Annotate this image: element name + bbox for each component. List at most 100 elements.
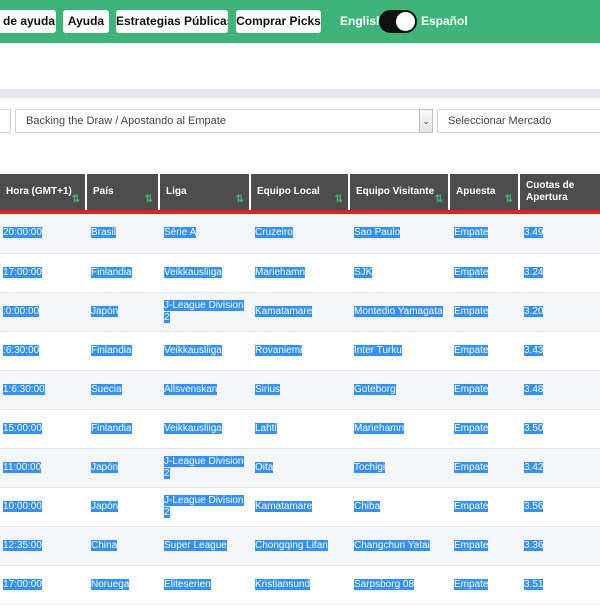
table-row[interactable]: 10:00:00 Japón J-League Division 2 Kamatama… bbox=[0, 487, 600, 527]
sort-icon[interactable]: ⇅ bbox=[236, 194, 244, 206]
table-row[interactable]: 17:00:00 Noruega Eliteserien Kristiansund Sa… bbox=[0, 565, 600, 605]
country-cell: Japón bbox=[86, 448, 159, 488]
odds-cell: 3.24 bbox=[519, 253, 600, 293]
table-header-row: Hora (GMT+1) ⇅ País ⇅ Liga ⇅ Equipo Local ⇅ … bbox=[0, 174, 600, 210]
column-label: País bbox=[93, 186, 114, 197]
time-cell: 1:6:30:00 bbox=[0, 370, 86, 410]
cell-text: Japón bbox=[91, 461, 119, 473]
column-label: Equipo Local bbox=[257, 186, 320, 197]
cell-text: Brasil bbox=[91, 227, 117, 239]
toggle-knob bbox=[396, 12, 415, 31]
cell-text: Empate bbox=[454, 383, 489, 395]
cell-text: 17:00:00 bbox=[3, 578, 42, 590]
cell-text: Empate bbox=[454, 500, 489, 512]
home-team-cell: Cruzeiro bbox=[250, 214, 349, 254]
cell-text: Empate bbox=[454, 539, 489, 551]
cell-text: Suecia bbox=[91, 383, 122, 395]
away-team-cell: Inter Turku bbox=[349, 331, 449, 371]
cell-text: Montedio Yamagata bbox=[354, 305, 443, 317]
cell-text: :6:30:00 bbox=[3, 344, 40, 356]
sort-icon[interactable]: ⇅ bbox=[335, 194, 343, 206]
cell-text: Veikkausliiga bbox=[164, 344, 222, 356]
top-nav-bar: a de ayuda Ayuda Estrategias Públicas Co… bbox=[0, 0, 600, 43]
help-guide-button[interactable]: a de ayuda bbox=[0, 10, 56, 33]
cell-text: Empate bbox=[454, 344, 489, 356]
table-row[interactable]: 1:6:30:00 Suecia Allsvenskan Sirius Goteborg… bbox=[0, 370, 600, 410]
strategy-select[interactable]: Backing the Draw / Apostando al Empate bbox=[15, 109, 420, 133]
odds-cell: 3.49 bbox=[519, 214, 600, 254]
cell-text: Japón bbox=[91, 500, 119, 512]
sort-icon[interactable]: ⇅ bbox=[435, 194, 443, 206]
cell-text: 17:00:00 bbox=[3, 266, 42, 278]
table-row[interactable]: 12:35:00 China Super League Chongqing Lifan… bbox=[0, 526, 600, 566]
sort-icon[interactable]: ⇅ bbox=[505, 194, 513, 206]
time-cell: 12:35:00 bbox=[0, 526, 86, 566]
bet-cell: Empate bbox=[449, 331, 519, 371]
cell-text: Lahti bbox=[255, 422, 277, 434]
language-toggle[interactable] bbox=[379, 10, 417, 33]
column-label: Equipo Visitante bbox=[356, 186, 435, 197]
cell-text: 3.42 bbox=[524, 461, 544, 473]
away-team-cell: Goteborg bbox=[349, 370, 449, 410]
cell-text: 3.50 bbox=[524, 422, 544, 434]
cell-text: Tochigi bbox=[354, 461, 386, 473]
cell-text: 20:00:00 bbox=[3, 227, 42, 239]
cell-text: 3.48 bbox=[524, 383, 544, 395]
help-button[interactable]: Ayuda bbox=[63, 10, 109, 33]
column-header-league[interactable]: Liga ⇅ bbox=[159, 174, 251, 210]
cell-text: Oita bbox=[255, 461, 274, 473]
bet-cell: Empate bbox=[449, 253, 519, 293]
home-team-cell: Lahti bbox=[250, 409, 349, 449]
column-header-bet[interactable]: Apuesta ⇅ bbox=[449, 174, 520, 210]
cell-text: Kamatamare bbox=[255, 500, 313, 512]
league-cell: J-League Division 2 bbox=[159, 292, 250, 332]
bet-cell: Empate bbox=[449, 565, 519, 605]
bet-cell: Empate bbox=[449, 292, 519, 332]
table-row[interactable]: 15:00:00 Finlandia Veikkausliiga Lahti Marie… bbox=[0, 409, 600, 449]
column-header-opening-odds[interactable]: Cuotas de Apertura bbox=[519, 174, 600, 210]
odds-cell: 3.50 bbox=[519, 409, 600, 449]
time-cell: 15:00:00 bbox=[0, 409, 86, 449]
cell-text: Finlandia bbox=[91, 422, 132, 434]
sort-icon[interactable]: ⇅ bbox=[72, 194, 80, 206]
sort-icon[interactable]: ⇅ bbox=[145, 194, 153, 206]
chevron-down-icon[interactable]: ⌄ bbox=[419, 109, 433, 133]
cell-text: J-League Division 2 bbox=[164, 494, 244, 518]
column-header-home-team[interactable]: Equipo Local ⇅ bbox=[250, 174, 350, 210]
country-cell: Brasil bbox=[86, 214, 159, 254]
bet-cell: Empate bbox=[449, 214, 519, 254]
cell-text: 12:35:00 bbox=[3, 539, 42, 551]
home-team-cell: Kamatamare bbox=[250, 292, 349, 332]
cell-text: Sarpsborg 08 bbox=[354, 578, 415, 590]
cell-text: 3.36 bbox=[524, 539, 544, 551]
left-filter-select[interactable] bbox=[0, 109, 11, 133]
home-team-cell: Kamatamare bbox=[250, 487, 349, 527]
cell-text: 3.43 bbox=[524, 344, 544, 356]
cell-text: 3.24 bbox=[524, 266, 544, 278]
public-strategies-button[interactable]: Estrategias Públicas bbox=[116, 10, 228, 33]
cell-text: Mariehamn bbox=[354, 422, 405, 434]
column-header-country[interactable]: País ⇅ bbox=[86, 174, 160, 210]
cell-text: J-League Division 2 bbox=[164, 299, 244, 323]
away-team-cell: Sao Paulo bbox=[349, 214, 449, 254]
table-row[interactable]: 20:00:00 Brasil Série A Cruzeiro Sao Paulo Em… bbox=[0, 214, 600, 254]
cell-text: :0:00:00 bbox=[3, 305, 40, 317]
buy-picks-button[interactable]: Comprar Picks bbox=[236, 10, 321, 33]
odds-cell: 3.36 bbox=[519, 526, 600, 566]
league-cell: Veikkausliiga bbox=[159, 253, 250, 293]
time-cell: 20:00:00 bbox=[0, 214, 86, 254]
cell-text: 1:6:30:00 bbox=[3, 383, 45, 395]
league-cell: Veikkausliiga bbox=[159, 409, 250, 449]
cell-text: Sirius bbox=[255, 383, 281, 395]
column-header-time[interactable]: Hora (GMT+1) ⇅ bbox=[0, 174, 87, 210]
column-header-away-team[interactable]: Equipo Visitante ⇅ bbox=[349, 174, 450, 210]
table-row[interactable]: :0:00:00 Japón J-League Division 2 Kamatama… bbox=[0, 292, 600, 332]
cell-text: Veikkausliiga bbox=[164, 266, 222, 278]
column-label: Cuotas de Apertura bbox=[526, 180, 575, 203]
league-cell: J-League Division 2 bbox=[159, 448, 250, 488]
table-row[interactable]: 17:00:00 Finlandia Veikkausliiga Mariehamn S… bbox=[0, 253, 600, 293]
table-row[interactable]: :6:30:00 Finlandia Veikkausliiga Rovaniemi I… bbox=[0, 331, 600, 371]
cell-text: Empate bbox=[454, 461, 489, 473]
market-select[interactable]: Seleccionar Mercado bbox=[437, 109, 600, 133]
table-row[interactable]: 11:00:00 Japón J-League Division 2 Oita Toch… bbox=[0, 448, 600, 488]
